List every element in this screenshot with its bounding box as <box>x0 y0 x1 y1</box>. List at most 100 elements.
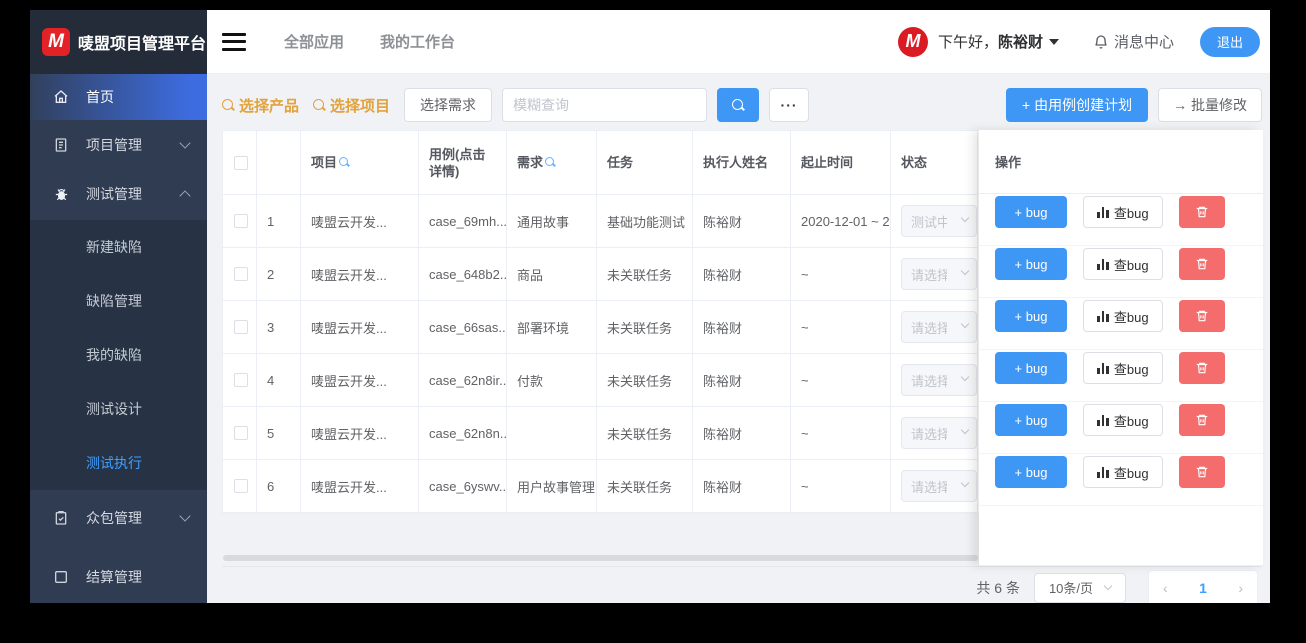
clipboard-check-icon <box>52 509 70 527</box>
sidebar-item-my-defects[interactable]: 我的缺陷 <box>30 328 207 382</box>
message-center-link[interactable]: 消息中心 <box>1093 31 1174 52</box>
sidebar-item-crowdsourcing[interactable]: 众包管理 <box>30 490 207 545</box>
avatar[interactable]: M <box>897 26 928 57</box>
view-bug-label: 查bug <box>1113 413 1149 429</box>
add-bug-button[interactable]: + bug <box>995 352 1067 384</box>
bug-icon <box>52 185 70 203</box>
sidebar-item-home[interactable]: 首页 <box>30 74 207 121</box>
header-label: 任务 <box>607 155 634 170</box>
status-select[interactable]: 请选择 <box>901 258 977 290</box>
delete-button[interactable] <box>1179 300 1225 332</box>
header-time: 起止时间 <box>791 131 891 195</box>
add-bug-button[interactable]: + bug <box>995 248 1067 280</box>
cell-task: 基础功能测试 <box>597 195 693 248</box>
status-select[interactable]: 请选择 <box>901 311 977 343</box>
cell-index: 6 <box>257 460 301 513</box>
cell-time: 2020-12-01 ~ 20 <box>791 195 891 248</box>
sidebar-item-defect-mgmt[interactable]: 缺陷管理 <box>30 274 207 328</box>
cell-case-link[interactable]: case_69mh... <box>419 195 507 248</box>
sidebar-item-test-execution[interactable]: 测试执行 <box>30 436 207 490</box>
view-bug-button[interactable]: 查bug <box>1083 404 1163 436</box>
user-greeting[interactable]: 下午好，陈裕财 <box>938 31 1043 52</box>
row-checkbox[interactable] <box>233 426 248 440</box>
cell-case-link[interactable]: case_62n8n... <box>419 407 507 460</box>
view-bug-button[interactable]: 查bug <box>1083 248 1163 280</box>
create-plan-from-case-button[interactable]: + 由用例创建计划 <box>1006 88 1149 122</box>
add-bug-button[interactable]: + bug <box>995 456 1067 488</box>
search-icon[interactable] <box>339 157 350 168</box>
sidebar-item-test-mgmt[interactable]: 测试管理 <box>30 169 207 221</box>
row-checkbox[interactable] <box>233 214 248 228</box>
select-project-filter[interactable]: 选择项目 <box>313 95 390 116</box>
actions-row: + bug 查bug <box>979 246 1263 298</box>
actions-fixed-column: 操作 + bug 查bug + bug 查bug + bug 查bug + bu… <box>979 130 1263 566</box>
delete-button[interactable] <box>1179 352 1225 384</box>
pagination-footer: 共 6 条 10条/页 ‹ 1 › <box>222 566 1262 603</box>
header-task: 任务 <box>597 131 693 195</box>
cell-case-link[interactable]: case_6yswv... <box>419 460 507 513</box>
status-select[interactable]: 请选择 <box>901 417 977 449</box>
logout-button[interactable]: 退出 <box>1199 26 1260 57</box>
horizontal-scrollbar[interactable] <box>223 555 978 561</box>
delete-button[interactable] <box>1179 196 1225 228</box>
trash-icon <box>1196 206 1208 218</box>
view-bug-button[interactable]: 查bug <box>1083 456 1163 488</box>
add-bug-button[interactable]: + bug <box>995 300 1067 332</box>
add-bug-button[interactable]: + bug <box>995 196 1067 228</box>
status-select[interactable]: 请选择 <box>901 470 977 502</box>
chevron-up-icon <box>179 190 191 203</box>
cell-task: 未关联任务 <box>597 407 693 460</box>
search-icon <box>313 98 326 112</box>
cell-time: ~ <box>791 248 891 301</box>
home-icon <box>52 88 70 106</box>
delete-button[interactable] <box>1179 404 1225 436</box>
select-demand-button[interactable]: 选择需求 <box>404 88 493 122</box>
sidebar-item-label: 首页 <box>86 89 114 106</box>
status-select[interactable]: 测试中 <box>901 205 977 237</box>
nav-all-apps[interactable]: 全部应用 <box>284 31 344 52</box>
next-page-button[interactable]: › <box>1238 580 1243 596</box>
row-checkbox[interactable] <box>233 320 248 334</box>
row-checkbox[interactable] <box>233 479 248 493</box>
batch-edit-button[interactable]: → 批量修改 <box>1158 88 1262 122</box>
prev-page-button[interactable]: ‹ <box>1163 580 1168 596</box>
view-bug-button[interactable]: 查bug <box>1083 352 1163 384</box>
view-bug-label: 查bug <box>1113 465 1149 481</box>
cell-case-link[interactable]: case_648b2... <box>419 248 507 301</box>
search-icon[interactable] <box>545 157 556 168</box>
bar-chart-icon <box>1097 310 1109 322</box>
more-filters-button[interactable]: ··· <box>769 88 810 122</box>
status-select[interactable]: 请选择 <box>901 364 977 396</box>
page-size-select[interactable]: 10条/页 <box>1034 572 1126 603</box>
nav-my-workbench[interactable]: 我的工作台 <box>380 31 455 52</box>
bar-chart-icon <box>1097 466 1109 478</box>
view-bug-button[interactable]: 查bug <box>1083 300 1163 332</box>
fuzzy-search-input[interactable] <box>502 88 708 122</box>
row-checkbox[interactable] <box>233 373 248 387</box>
cell-case-link[interactable]: case_62n8ir... <box>419 354 507 407</box>
select-all-checkbox[interactable] <box>233 155 248 170</box>
delete-button[interactable] <box>1179 248 1225 280</box>
chevron-down-icon <box>960 213 970 223</box>
current-page[interactable]: 1 <box>1199 580 1207 596</box>
delete-button[interactable] <box>1179 456 1225 488</box>
trash-icon <box>1196 362 1208 374</box>
sidebar-item-label: 测试管理 <box>86 186 142 203</box>
view-bug-button[interactable]: 查bug <box>1083 196 1163 228</box>
search-button[interactable] <box>717 88 760 122</box>
add-bug-button[interactable]: + bug <box>995 404 1067 436</box>
sidebar-item-test-design[interactable]: 测试设计 <box>30 382 207 436</box>
cell-case-link[interactable]: case_66sas... <box>419 301 507 354</box>
sidebar-item-partial[interactable]: 结算管理 <box>30 551 207 603</box>
cell-index: 1 <box>257 195 301 248</box>
hamburger-menu-icon[interactable] <box>222 32 246 51</box>
select-product-filter[interactable]: 选择产品 <box>222 95 299 116</box>
row-checkbox[interactable] <box>233 267 248 281</box>
message-center-label: 消息中心 <box>1113 34 1174 51</box>
table-row-cell <box>223 407 257 460</box>
header-executor: 执行人姓名 <box>693 131 791 195</box>
sidebar-item-project-mgmt[interactable]: 项目管理 <box>30 120 207 168</box>
sidebar-item-new-defect[interactable]: 新建缺陷 <box>30 220 207 274</box>
cell-executor: 陈裕财 <box>693 248 791 301</box>
caret-down-icon[interactable] <box>1048 38 1059 45</box>
